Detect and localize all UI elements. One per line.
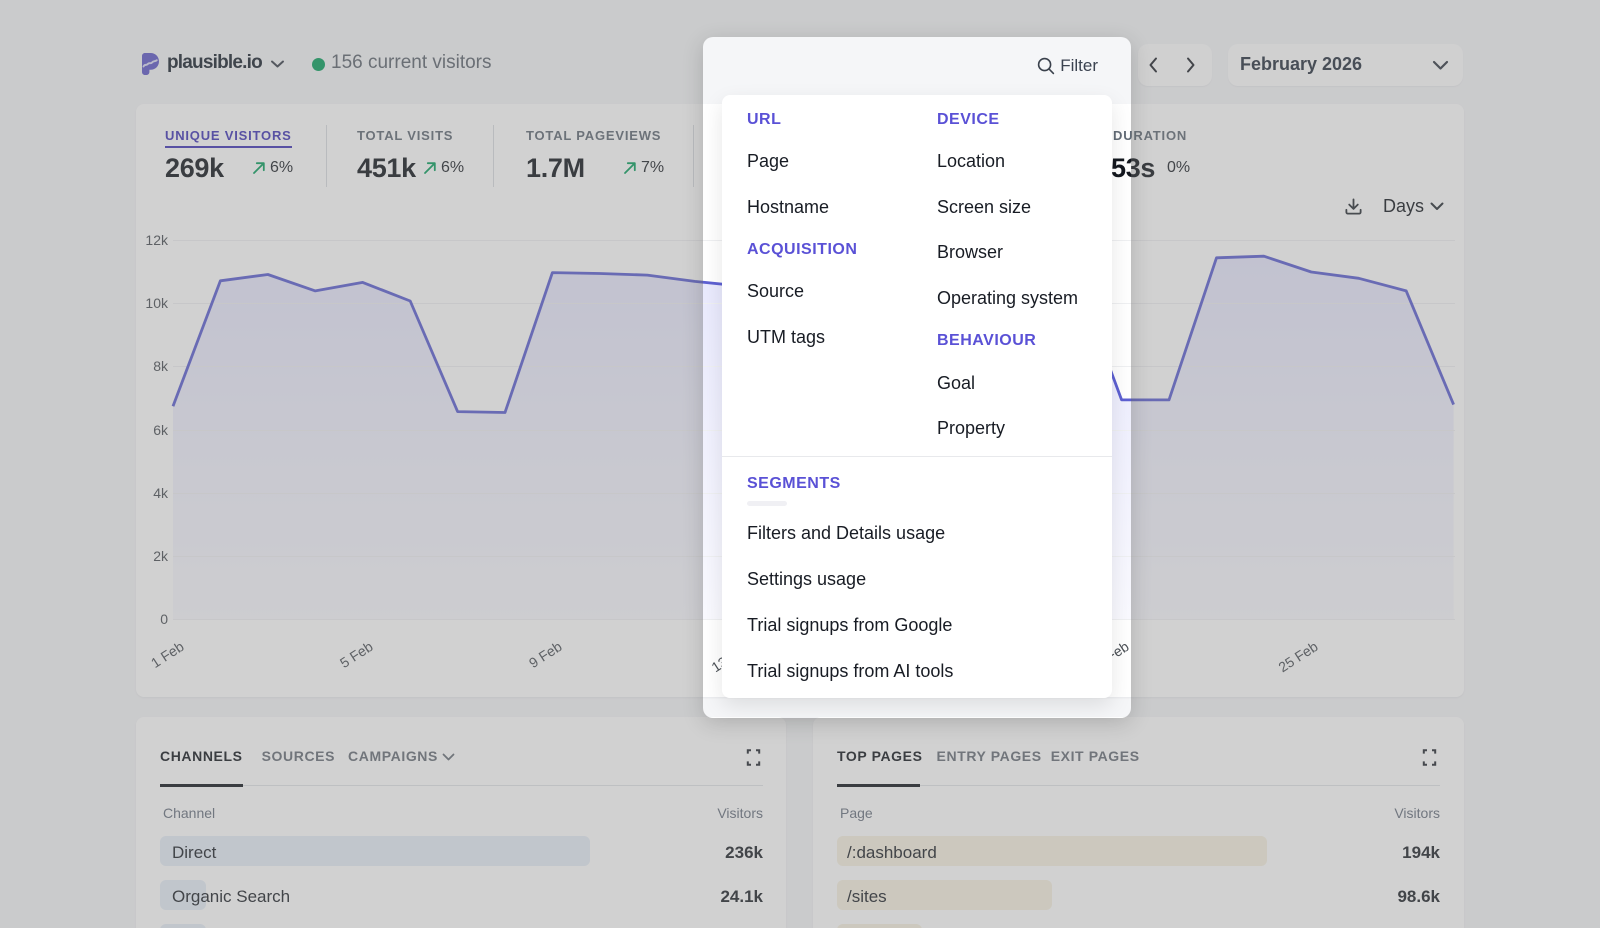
svg-text:8k: 8k	[153, 358, 169, 374]
svg-text:25 Feb: 25 Feb	[1275, 638, 1320, 675]
svg-text:9 Feb: 9 Feb	[526, 638, 565, 671]
svg-text:1 Feb: 1 Feb	[148, 638, 187, 671]
svg-text:0: 0	[160, 611, 168, 627]
svg-text:4k: 4k	[153, 485, 169, 501]
svg-text:10k: 10k	[145, 295, 169, 311]
svg-text:2k: 2k	[153, 548, 169, 564]
svg-text:6k: 6k	[153, 422, 169, 438]
svg-text:5 Feb: 5 Feb	[337, 638, 376, 671]
svg-text:12k: 12k	[145, 232, 169, 248]
